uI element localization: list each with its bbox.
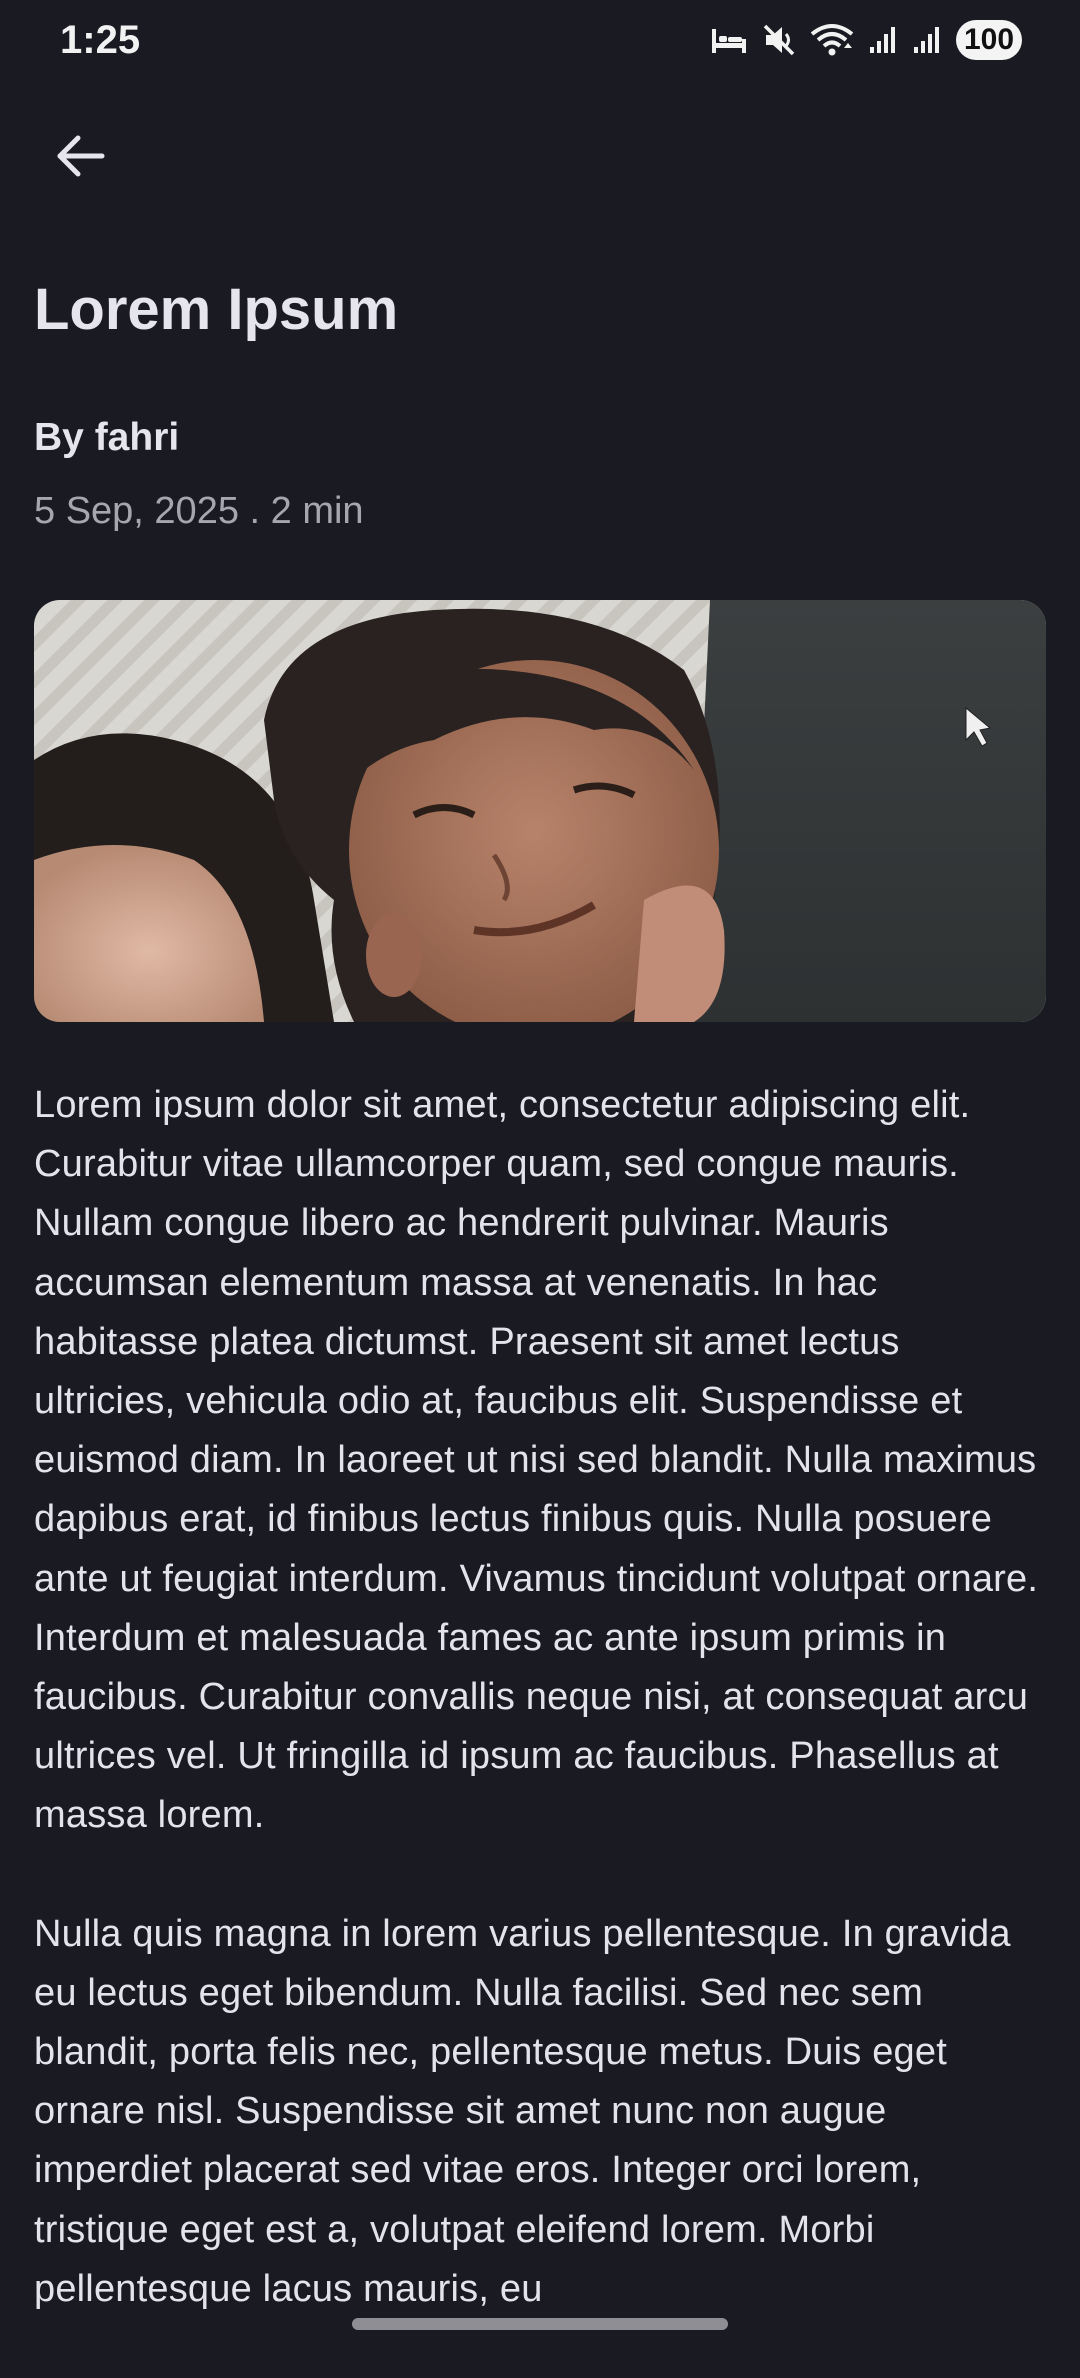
- article-paragraph: Lorem ipsum dolor sit amet, consectetur …: [34, 1084, 1039, 1837]
- article-paragraph: Nulla quis magna in lorem varius pellent…: [34, 1912, 1011, 2310]
- article-author: By fahri: [34, 416, 180, 459]
- status-bar: 1:25 100: [0, 0, 1080, 86]
- back-button[interactable]: [44, 122, 116, 194]
- article-meta: 5 Sep, 2025 . 2 min: [34, 490, 364, 532]
- status-time: 1:25: [60, 18, 141, 62]
- mute-icon: [762, 23, 796, 57]
- home-indicator[interactable]: [352, 2318, 728, 2330]
- signal-icon: [912, 25, 942, 55]
- article-body: Lorem ipsum dolor sit amet, consectetur …: [34, 1076, 1046, 2378]
- wifi-icon: [810, 22, 854, 58]
- sleep-mode-icon: [710, 25, 748, 55]
- arrow-back-icon: [54, 130, 106, 187]
- status-icons: 100: [710, 20, 1022, 60]
- article-title: Lorem Ipsum: [34, 277, 399, 342]
- article-image: [34, 600, 1046, 1022]
- battery-indicator: 100: [956, 20, 1022, 60]
- signal-icon: [868, 25, 898, 55]
